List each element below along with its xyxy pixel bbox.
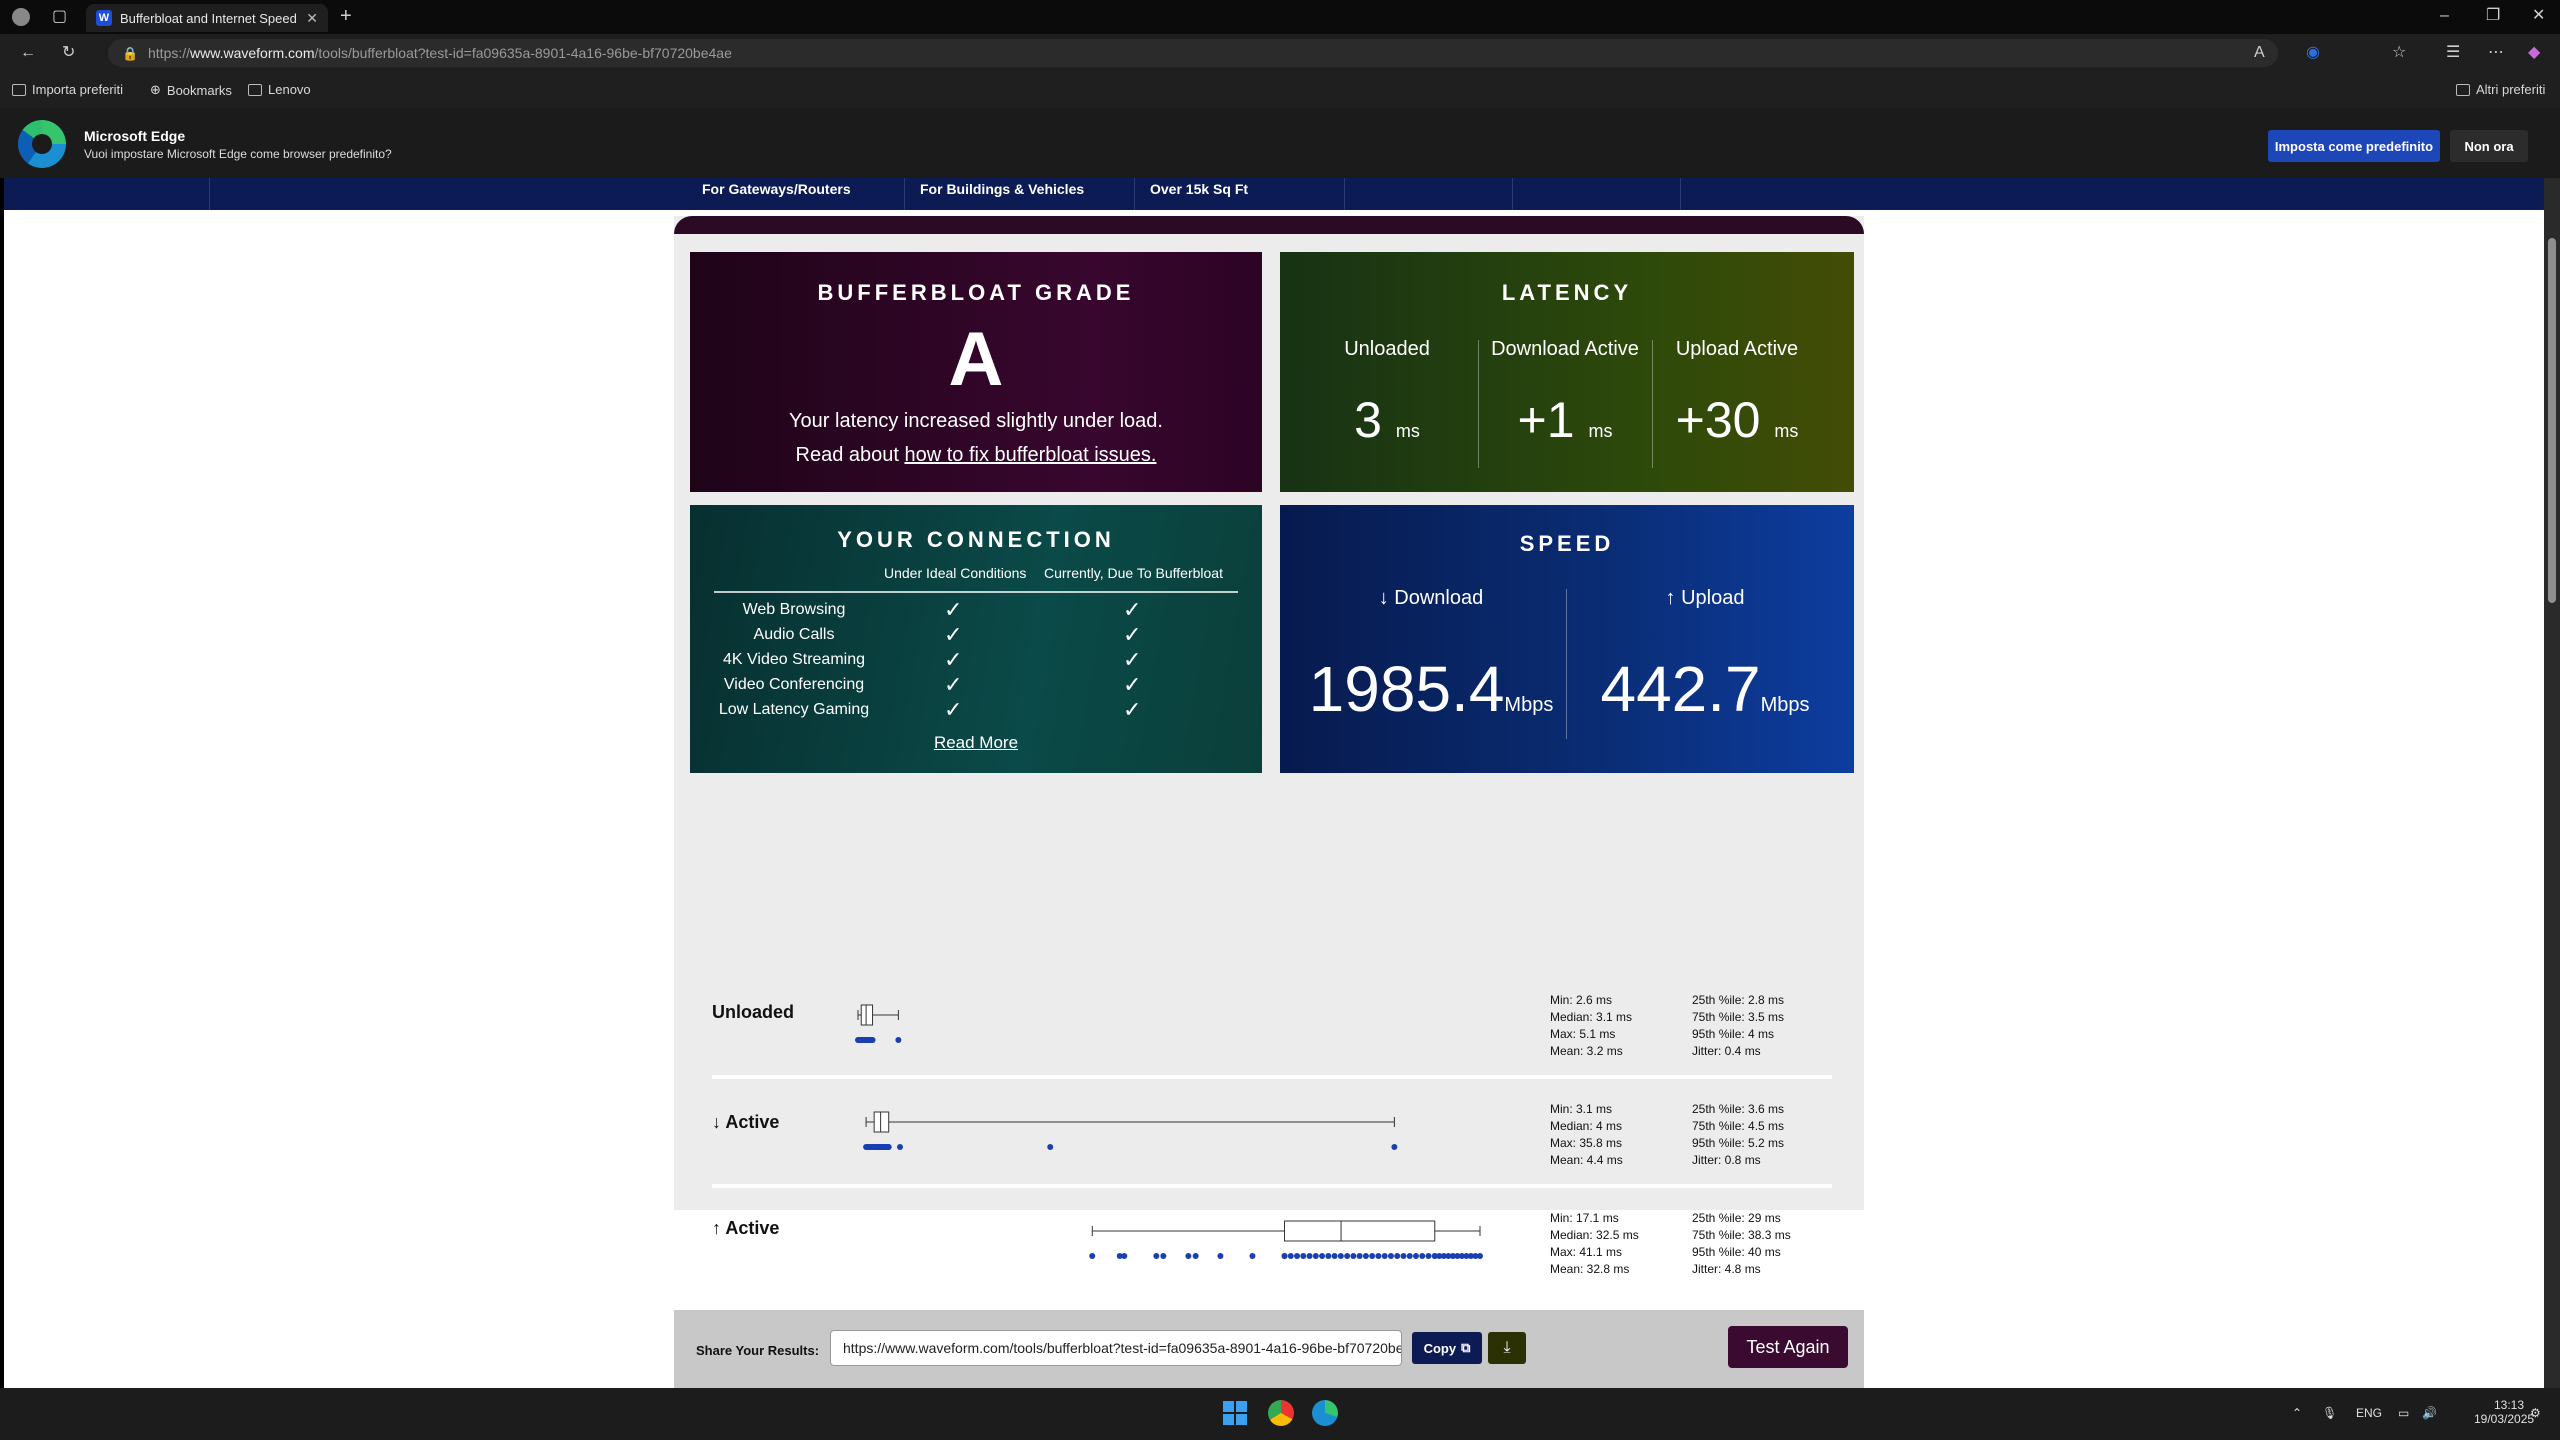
- sample-dot: [1412, 1253, 1419, 1259]
- sample-dot: [1160, 1253, 1167, 1259]
- sample-dot: [1047, 1144, 1054, 1150]
- share-label: Share Your Results:: [696, 1343, 820, 1358]
- network-icon[interactable]: ▭: [2398, 1406, 2409, 1420]
- box-iqr: [873, 1111, 890, 1133]
- sample-dot: [1294, 1253, 1301, 1259]
- sample-dot: [1400, 1253, 1407, 1259]
- sample-dot: [1419, 1253, 1426, 1259]
- edge-taskbar-icon[interactable]: [1312, 1400, 1338, 1426]
- tray-chevron-icon[interactable]: ⌃: [2292, 1406, 2302, 1420]
- sample-dot: [1356, 1253, 1363, 1259]
- sample-dot: [1300, 1253, 1307, 1259]
- chrome-icon[interactable]: [1268, 1400, 1294, 1426]
- copy-icon: ⧉: [1461, 1340, 1471, 1355]
- sample-dot: [1249, 1253, 1256, 1259]
- sample-dot: [1375, 1253, 1382, 1259]
- clock-date: 19/03/2025: [2474, 1412, 2535, 1426]
- sample-dot: [871, 1144, 878, 1150]
- sample-dot: [1381, 1253, 1388, 1259]
- sample-dot: [1362, 1253, 1369, 1259]
- clock[interactable]: 13:13 19/03/2025: [2474, 1398, 2535, 1426]
- volume-icon[interactable]: 🔊: [2422, 1406, 2437, 1420]
- sample-dot: [1337, 1253, 1344, 1259]
- sample-dot: [1089, 1253, 1096, 1259]
- sample-dot: [1287, 1253, 1294, 1259]
- sample-dot: [1472, 1253, 1479, 1259]
- sample-dot: [1325, 1253, 1332, 1259]
- sample-dot: [1387, 1253, 1394, 1259]
- box-iqr: [1284, 1220, 1436, 1242]
- clock-time: 13:13: [2493, 1398, 2524, 1412]
- sample-dot: [858, 1037, 865, 1043]
- windows-taskbar: ⌃ 🎙 ENG ▭ 🔊 13:13 19/03/2025 ⚙: [0, 1388, 2560, 1440]
- sample-dot: [1344, 1253, 1351, 1259]
- sample-dot: [1319, 1253, 1326, 1259]
- sample-dot: [869, 1037, 876, 1043]
- sample-dot: [1312, 1253, 1319, 1259]
- sample-dot: [1331, 1253, 1338, 1259]
- sample-dot: [1406, 1253, 1413, 1259]
- sample-dot: [1217, 1253, 1224, 1259]
- sample-dot: [1394, 1253, 1401, 1259]
- latency-box-plots: [855, 1004, 1483, 1259]
- copy-button[interactable]: Copy ⧉: [1412, 1332, 1482, 1364]
- microphone-icon[interactable]: 🎙: [2322, 1406, 2337, 1420]
- download-icon: ⤓: [1503, 1339, 1511, 1356]
- share-bar: Share Your Results: https://www.waveform…: [674, 1310, 1864, 1390]
- sample-dot: [1425, 1253, 1432, 1259]
- box-iqr: [860, 1004, 874, 1026]
- test-again-button[interactable]: Test Again: [1728, 1326, 1848, 1368]
- sample-dot: [895, 1037, 902, 1043]
- sample-dot: [1369, 1253, 1376, 1259]
- download-button[interactable]: ⤓: [1488, 1332, 1526, 1364]
- sample-dot: [897, 1144, 904, 1150]
- sample-dot: [1350, 1253, 1357, 1259]
- sample-dot: [1391, 1144, 1398, 1150]
- sample-dot: [1153, 1253, 1160, 1259]
- sample-dot: [885, 1144, 892, 1150]
- share-url-field[interactable]: https://www.waveform.com/tools/bufferblo…: [830, 1330, 1402, 1366]
- sample-dot: [1192, 1253, 1199, 1259]
- windows-start-icon[interactable]: [1222, 1400, 1248, 1426]
- windows-start-icon: [1223, 1401, 1247, 1425]
- notifications-icon[interactable]: ⚙: [2530, 1406, 2541, 1420]
- sample-dot: [1116, 1253, 1123, 1259]
- language-indicator[interactable]: ENG: [2356, 1406, 2382, 1420]
- sample-dot: [1306, 1253, 1313, 1259]
- sample-dot: [1281, 1253, 1288, 1259]
- sample-dot: [1185, 1253, 1192, 1259]
